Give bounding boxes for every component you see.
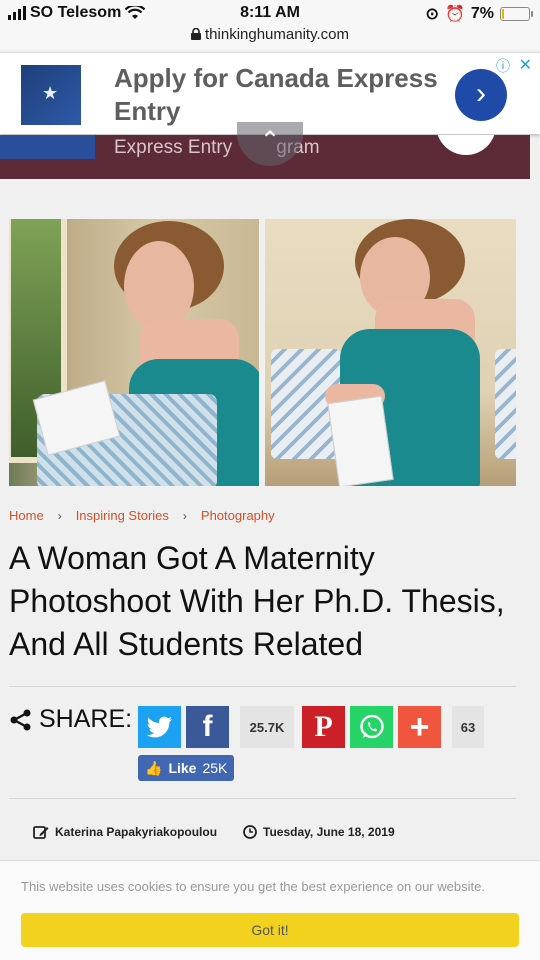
total-share-count: 63 [452, 706, 484, 748]
battery-icon [500, 7, 533, 21]
edit-icon [33, 826, 49, 839]
battery-percent: 7% [470, 5, 494, 22]
author-meta: Katerina Papakyriakopoulou [33, 825, 217, 839]
like-count: 25K [202, 760, 228, 776]
ad-behind-image [0, 135, 95, 159]
article-title: A Woman Got A Maternity Photoshoot With … [9, 540, 505, 662]
pinterest-icon: P [314, 710, 333, 743]
url-bar[interactable]: thinkinghumanity.com [0, 26, 540, 50]
divider [9, 798, 516, 799]
like-label: Like [168, 760, 197, 776]
divider [9, 686, 516, 687]
breadcrumb-home[interactable]: Home [9, 508, 44, 523]
star-icon: ★ [42, 83, 59, 103]
alarm-icon: ⏰ [444, 6, 465, 23]
battery-level [502, 9, 504, 19]
author-name[interactable]: Katerina Papakyriakopoulou [55, 825, 217, 839]
facebook-icon: f [202, 710, 213, 743]
whatsapp-share-button[interactable] [350, 706, 393, 748]
ad-title[interactable]: Apply for Canada Express Entry [114, 62, 449, 128]
facebook-like-button[interactable]: 👍 Like 25K [138, 755, 234, 781]
share-label: SHARE: [9, 705, 132, 734]
rotation-lock-icon: ⊙ [425, 6, 439, 23]
plus-icon: + [409, 707, 430, 746]
photo-left [9, 219, 259, 486]
pinterest-share-button[interactable]: P [302, 706, 345, 748]
adchoices-icon[interactable]: ⓘ [496, 56, 510, 76]
twitter-share-button[interactable] [138, 706, 181, 748]
ad-open-button[interactable]: › [455, 69, 507, 121]
share-text: SHARE: [39, 705, 133, 733]
share-icon [10, 709, 31, 730]
breadcrumb: Home › Inspiring Stories › Photography [9, 508, 275, 523]
ad-behind-text: Express Entry [114, 137, 233, 158]
date-meta: Tuesday, June 18, 2019 [243, 825, 395, 839]
clock-icon [243, 825, 257, 839]
chevron-up-icon: ⌃ [259, 127, 281, 154]
cookie-accept-button[interactable]: Got it! [21, 913, 519, 947]
lock-icon [191, 28, 202, 40]
ad-behind-circle [436, 135, 496, 155]
publish-date: Tuesday, June 18, 2019 [263, 825, 395, 839]
whatsapp-icon [359, 714, 384, 739]
ad-logo: ★ [21, 65, 81, 125]
facebook-share-count: 25.7K [240, 706, 294, 748]
photo-right [265, 219, 516, 486]
twitter-icon [146, 716, 172, 738]
chevron-right-icon: › [57, 508, 62, 523]
chevron-right-icon: › [182, 508, 187, 523]
cookie-message: This website uses cookies to ensure you … [21, 879, 485, 894]
more-share-button[interactable]: + [398, 706, 441, 748]
thumbs-up-icon: 👍 [145, 759, 163, 776]
close-icon[interactable]: ✕ [519, 55, 532, 75]
url-domain: thinkinghumanity.com [205, 26, 349, 43]
status-bar: SO Telesom 8:11 AM ⊙ ⏰ 7% [0, 0, 540, 26]
facebook-share-button[interactable]: f [186, 706, 229, 748]
breadcrumb-subcategory[interactable]: Photography [201, 508, 275, 523]
breadcrumb-category[interactable]: Inspiring Stories [76, 508, 169, 523]
status-right: ⊙ ⏰ 7% [425, 4, 533, 24]
cookie-banner: This website uses cookies to ensure you … [0, 860, 540, 960]
